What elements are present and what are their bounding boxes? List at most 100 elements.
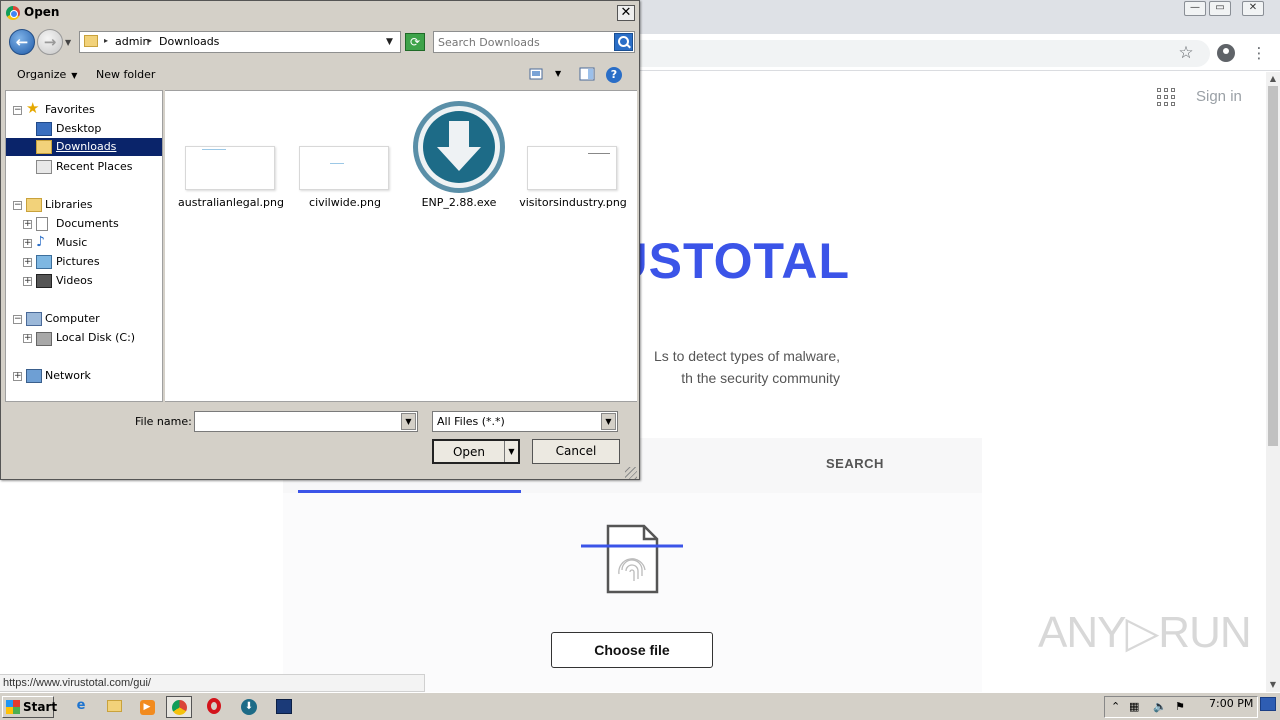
organize-label: Organize — [17, 68, 67, 81]
search-input[interactable] — [438, 35, 610, 49]
help-icon[interactable]: ? — [606, 67, 622, 83]
refresh-icon[interactable]: ⟳ — [405, 33, 425, 51]
restore-button[interactable]: ▭ — [1209, 1, 1231, 16]
downloads-folder-icon — [36, 140, 52, 154]
collapse-icon[interactable]: − — [13, 106, 22, 115]
nav-localdisk-label: Local Disk (C:) — [56, 331, 136, 344]
chevron-right-icon[interactable]: ▸ — [104, 36, 108, 45]
change-view-icon[interactable] — [529, 67, 545, 81]
organize-menu[interactable]: Organize ▼ — [17, 68, 77, 81]
dialog-title: Open — [24, 5, 60, 19]
forward-button[interactable]: → — [37, 29, 63, 55]
back-button[interactable]: ← — [9, 29, 35, 55]
breadcrumb-downloads[interactable]: Downloads — [159, 35, 219, 48]
more-vert-icon[interactable]: ⋮ — [1248, 42, 1270, 64]
nav-libraries-label: Libraries — [45, 198, 93, 211]
fingerprint-file-icon — [581, 524, 683, 594]
nav-music-label: Music — [56, 236, 88, 249]
clock[interactable]: 7:00 PM — [1209, 697, 1253, 710]
image-thumbnail — [299, 146, 389, 190]
close-window-button[interactable]: ✕ — [1242, 1, 1264, 16]
collapse-icon[interactable]: − — [13, 315, 22, 324]
expand-icon[interactable]: + — [23, 239, 32, 248]
resize-grip[interactable] — [625, 467, 637, 479]
collapse-icon[interactable]: − — [13, 201, 22, 210]
chevron-down-icon[interactable]: ▼ — [386, 37, 393, 47]
chevron-right-icon[interactable]: ▸ — [148, 36, 152, 45]
scrollbar-thumb[interactable] — [1268, 86, 1278, 446]
open-button[interactable]: Open ▼ — [432, 439, 520, 464]
scroll-down-icon[interactable]: ▼ — [1266, 678, 1280, 692]
music-icon: ♪ — [36, 234, 45, 250]
sign-in-link[interactable]: Sign in — [1196, 88, 1242, 105]
expand-icon[interactable]: + — [13, 372, 22, 381]
file-name-combo[interactable]: ▼ — [194, 411, 418, 432]
expand-icon[interactable]: + — [23, 277, 32, 286]
cancel-button[interactable]: Cancel — [532, 439, 620, 464]
folder-icon — [84, 35, 98, 47]
breadcrumb-bar[interactable]: ▸ admin ▸ Downloads ▼ — [79, 31, 401, 53]
nav-videos-label: Videos — [56, 274, 93, 287]
minimize-button[interactable]: — — [1184, 1, 1206, 16]
desktop-icon — [36, 122, 52, 136]
file-type-select[interactable]: All Files (*.*) ▼ — [432, 411, 618, 432]
address-bar[interactable] — [600, 40, 1210, 67]
action-center-icon[interactable]: ⚑ — [1175, 700, 1185, 713]
chevron-down-icon[interactable]: ▼ — [601, 413, 616, 430]
opera-icon[interactable] — [201, 696, 227, 718]
view-options-dropdown[interactable]: ▼ — [555, 69, 561, 78]
expand-icon[interactable]: + — [23, 220, 32, 229]
image-thumbnail — [527, 146, 617, 190]
file-item[interactable]: ENP_2.88.exe — [404, 91, 514, 216]
show-hidden-icons-icon[interactable]: ⌃ — [1111, 700, 1120, 713]
nav-pictures-label: Pictures — [56, 255, 100, 268]
taskbar: Start e ▶ ⬇ ⌃ ▦ 🔈 ⚑ 7:00 PM — [0, 692, 1280, 720]
network-tray-icon[interactable]: ▦ — [1129, 700, 1139, 713]
choose-file-button[interactable]: Choose file — [551, 632, 713, 668]
search-box[interactable] — [433, 31, 635, 53]
expand-icon[interactable]: + — [23, 334, 32, 343]
volume-icon[interactable]: 🔈 — [1153, 700, 1167, 713]
expand-icon[interactable]: + — [23, 258, 32, 267]
nav-desktop-label: Desktop — [56, 122, 102, 135]
open-button-label: Open — [452, 445, 486, 459]
recent-locations-dropdown[interactable]: ▼ — [65, 38, 71, 47]
file-list: australianlegal.png civilwide.png ENP_2.… — [165, 90, 637, 402]
libraries-icon — [26, 198, 42, 212]
chrome-icon[interactable] — [166, 696, 192, 718]
scroll-up-icon[interactable]: ▲ — [1266, 72, 1280, 86]
file-item[interactable]: civilwide.png — [290, 91, 400, 216]
folder-icon[interactable] — [101, 696, 127, 718]
preview-pane-icon[interactable] — [579, 67, 595, 81]
windows-flag-icon — [6, 700, 20, 714]
star-icon[interactable]: ☆ — [1175, 42, 1197, 64]
show-desktop-button[interactable] — [1260, 697, 1276, 711]
internet-explorer-icon[interactable]: e — [68, 696, 94, 718]
nav-desktop[interactable]: Desktop — [34, 120, 162, 138]
dialog-close-button[interactable]: ✕ — [617, 5, 635, 21]
page-scrollbar[interactable]: ▲ ▼ — [1266, 72, 1280, 692]
image-thumbnail — [185, 146, 275, 190]
search-icon[interactable] — [614, 33, 633, 51]
account-circle-icon[interactable] — [1215, 42, 1237, 64]
videos-icon — [36, 274, 52, 288]
file-name: australianlegal.png — [178, 196, 284, 209]
file-item[interactable]: australianlegal.png — [176, 91, 286, 216]
chevron-down-icon[interactable]: ▼ — [504, 441, 518, 462]
nav-recent-label: Recent Places — [56, 160, 133, 173]
start-label: Start — [23, 700, 58, 714]
local-disk-icon — [36, 332, 52, 346]
chevron-down-icon[interactable]: ▼ — [401, 413, 416, 430]
file-name: civilwide.png — [309, 196, 381, 209]
file-item[interactable]: visitorsindustry.png — [518, 91, 628, 216]
new-folder-button[interactable]: New folder — [96, 68, 155, 81]
media-player-icon[interactable]: ▶ — [134, 696, 160, 718]
tab-search[interactable]: SEARCH — [826, 438, 884, 490]
apps-grid-icon[interactable] — [1157, 88, 1175, 106]
nav-downloads[interactable]: Downloads — [6, 138, 162, 156]
chevron-down-icon: ▼ — [71, 71, 78, 80]
start-button[interactable]: Start — [2, 696, 58, 718]
security-app-icon[interactable] — [271, 696, 297, 718]
breadcrumb-admin[interactable]: admin — [115, 35, 149, 48]
download-app-icon[interactable]: ⬇ — [236, 696, 262, 718]
